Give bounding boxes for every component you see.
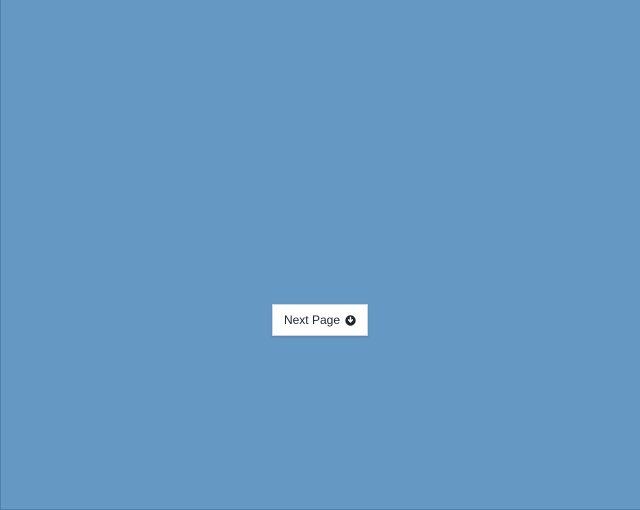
next-page-button-label: Next Page <box>283 313 341 327</box>
left-edge-divider <box>0 0 1 510</box>
page-background: { "page": { "background_color": "#6698c4… <box>0 0 640 510</box>
arrow-down-circle-icon <box>345 314 356 326</box>
next-page-button[interactable]: Next Page <box>272 304 368 336</box>
